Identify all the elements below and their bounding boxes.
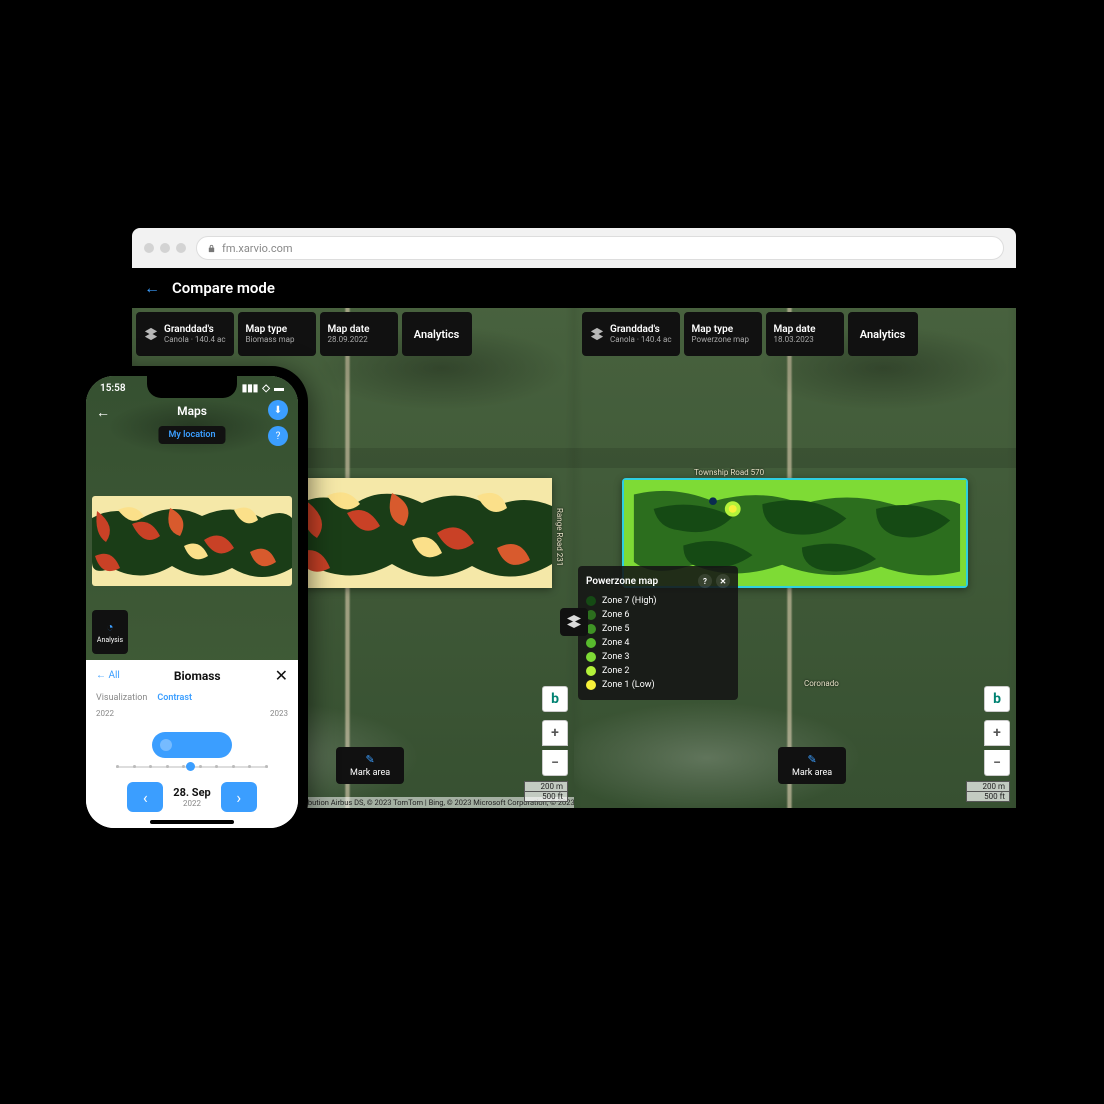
timeline-slider[interactable]	[86, 718, 298, 774]
scale-bar-left: 200 m 500 ft	[524, 781, 568, 802]
phone-screen: 15:58 ▮▮▮ ◇ ▬ ← Maps ⬇ ? My location	[86, 376, 298, 828]
legend-label: Zone 2	[602, 666, 629, 676]
legend-row: Zone 3	[586, 650, 730, 664]
zoom-out-button[interactable]: −	[542, 750, 568, 776]
visualization-label: Visualization	[96, 693, 147, 703]
url-text: fm.xarvio.com	[222, 242, 293, 255]
legend-label: Zone 6	[602, 610, 629, 620]
field-chip-right[interactable]: Granddad'sCanola · 140.4 ac	[582, 312, 680, 356]
status-time: 15:58	[100, 383, 126, 394]
back-arrow-icon[interactable]: ←	[144, 278, 160, 298]
biomass-field-overlay	[292, 478, 552, 588]
phone-maps-title: Maps	[86, 404, 298, 418]
legend-help-icon[interactable]: ?	[698, 574, 712, 588]
legend-row: Zone 4	[586, 636, 730, 650]
maptype-chip-right[interactable]: Map typePowerzone map	[684, 312, 762, 356]
zoom-in-button[interactable]: +	[984, 720, 1010, 746]
left-info-bar: Granddad'sCanola · 140.4 ac Map typeBiom…	[136, 312, 472, 356]
close-icon[interactable]: ✕	[275, 666, 288, 685]
legend-row: Zone 7 (High)	[586, 594, 730, 608]
browser-chrome: fm.xarvio.com	[132, 228, 1016, 268]
lock-icon	[207, 244, 216, 253]
place-label: Coronado	[804, 679, 839, 688]
legend-swatch	[586, 680, 596, 690]
notch	[147, 376, 237, 398]
next-date-button[interactable]: ›	[221, 782, 257, 812]
phone-device: 15:58 ▮▮▮ ◇ ▬ ← Maps ⬇ ? My location	[76, 366, 308, 838]
address-bar[interactable]: fm.xarvio.com	[196, 236, 1004, 260]
legend-row: Zone 2	[586, 664, 730, 678]
slider-pill[interactable]	[152, 732, 232, 758]
zoom-in-button[interactable]: +	[542, 720, 568, 746]
download-icon[interactable]: ⬇	[268, 400, 288, 420]
right-info-bar: Granddad'sCanola · 140.4 ac Map typePowe…	[582, 312, 918, 356]
app-header: ← Compare mode	[132, 268, 1016, 308]
legend-close-icon[interactable]: ✕	[716, 574, 730, 588]
road-label-right: Township Road 570	[694, 468, 764, 477]
zoom-out-button[interactable]: −	[984, 750, 1010, 776]
field-icon	[144, 327, 158, 341]
mark-area-button-left[interactable]: ✎ Mark area	[336, 747, 404, 784]
help-icon[interactable]: ?	[268, 426, 288, 446]
current-date: 28. Sep 2022	[173, 786, 210, 808]
year-left: 2022	[96, 709, 114, 718]
field-chip-left[interactable]: Granddad'sCanola · 140.4 ac	[136, 312, 234, 356]
legend-row: Zone 5	[586, 622, 730, 636]
field-icon	[590, 327, 604, 341]
wifi-icon: ◇	[262, 383, 270, 394]
mark-area-button-right[interactable]: ✎ Mark area	[778, 747, 846, 784]
layers-button[interactable]	[560, 608, 588, 636]
phone-analysis-button[interactable]: ◔ Analysis	[92, 610, 128, 654]
legend-label: Zone 4	[602, 638, 629, 648]
pencil-icon: ✎	[807, 753, 816, 766]
phone-bottom-panel: ← All Biomass ✕ Visualization Contrast 2…	[86, 660, 298, 828]
maptype-chip-left[interactable]: Map typeBiomass map	[238, 312, 316, 356]
page-title: Compare mode	[172, 279, 275, 297]
panel-title: Biomass	[174, 669, 221, 683]
range-road-label: Range Road 231	[555, 508, 564, 566]
mapdate-chip-right[interactable]: Map date18.03.2023	[766, 312, 844, 356]
all-back-link[interactable]: ← All	[96, 670, 120, 681]
mapdate-chip-left[interactable]: Map date28.09.2022	[320, 312, 398, 356]
legend-swatch	[586, 638, 596, 648]
contrast-link[interactable]: Contrast	[157, 693, 192, 703]
phone-map[interactable]: ← Maps ⬇ ? My location	[86, 376, 298, 660]
zoom-controls-left: + −	[542, 720, 568, 776]
legend-row: Zone 6	[586, 608, 730, 622]
analytics-chip-left[interactable]: Analytics	[402, 312, 472, 356]
zoom-controls-right: + −	[984, 720, 1010, 776]
legend-swatch	[586, 596, 596, 606]
right-map[interactable]: Township Road 570 Coronado	[574, 308, 1016, 808]
home-indicator	[150, 820, 234, 824]
legend-label: Zone 5	[602, 624, 629, 634]
bing-button-left[interactable]: b	[542, 686, 568, 712]
my-location-button[interactable]: My location	[158, 426, 225, 444]
piechart-icon: ◔	[106, 620, 113, 634]
slider-handle[interactable]	[186, 762, 195, 771]
layers-icon	[566, 614, 582, 630]
battery-icon: ▬	[274, 383, 284, 394]
legend-swatch	[586, 666, 596, 676]
legend-title: Powerzone map	[586, 576, 658, 587]
bing-button-right[interactable]: b	[984, 686, 1010, 712]
year-right: 2023	[270, 709, 288, 718]
pencil-icon: ✎	[365, 753, 374, 766]
legend-label: Zone 7 (High)	[602, 596, 657, 606]
analytics-chip-right[interactable]: Analytics	[848, 312, 918, 356]
scale-bar-right: 200 m 500 ft	[966, 781, 1010, 802]
legend-row: Zone 1 (Low)	[586, 678, 730, 692]
legend-label: Zone 3	[602, 652, 629, 662]
signal-icon: ▮▮▮	[242, 383, 259, 394]
powerzone-legend: Powerzone map ? ✕ Zone 7 (High) Zone 6 Zon…	[578, 566, 738, 700]
traffic-lights	[144, 243, 186, 253]
legend-label: Zone 1 (Low)	[602, 680, 655, 690]
prev-date-button[interactable]: ‹	[127, 782, 163, 812]
legend-swatch	[586, 652, 596, 662]
phone-biomass-overlay	[92, 496, 292, 586]
